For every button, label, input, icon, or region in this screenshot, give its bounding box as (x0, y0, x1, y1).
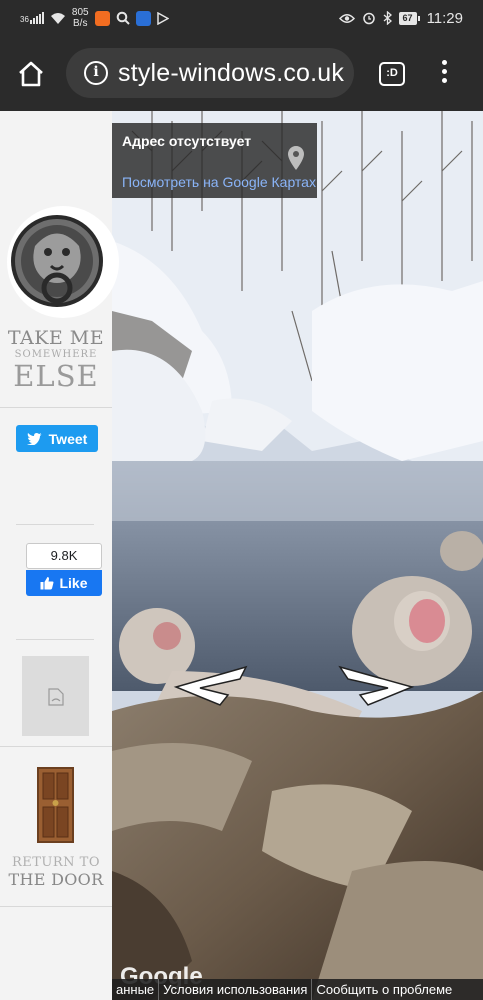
bluetooth-icon (383, 11, 392, 25)
status-bar: 36 805 B/s 67 11:29 (0, 0, 483, 36)
map-pin-icon[interactable] (287, 145, 305, 171)
clock: 11:29 (426, 9, 463, 27)
chevron-left-icon[interactable] (170, 663, 250, 708)
info-icon[interactable]: i (84, 61, 108, 85)
address-title: Адрес отсутствует (122, 133, 252, 149)
divider (0, 906, 112, 907)
signal-icon: 36 (20, 12, 44, 24)
return-line2: THE DOOR (8, 870, 104, 889)
net-speed: 805 B/s (71, 7, 89, 29)
divider (0, 746, 112, 747)
door-icon[interactable] (37, 767, 74, 843)
browser-toolbar: i style-windows.co.uk :D (0, 36, 483, 111)
play-store-icon (156, 11, 169, 25)
menu-icon[interactable] (437, 60, 451, 88)
take-me-line1: TAKE ME (7, 327, 105, 349)
view-on-google-maps-link[interactable]: Посмотреть на Google Картах (122, 174, 316, 190)
panorama-image (112, 111, 483, 1000)
home-icon[interactable] (17, 60, 45, 88)
lion-knocker-icon (11, 215, 103, 307)
twitter-bird-icon (26, 433, 42, 445)
address-card: Адрес отсутствует Посмотреть на Google К… (112, 123, 317, 198)
street-view-panorama[interactable]: Адрес отсутствует Посмотреть на Google К… (112, 111, 483, 1000)
return-to-the-door-link[interactable]: RETURN TO THE DOOR (0, 855, 112, 889)
divider (0, 407, 112, 408)
battery-icon: 67 (398, 11, 420, 25)
tv-app-icon (135, 10, 151, 26)
report-problem-link[interactable]: Сообщить о проблеме (312, 979, 456, 1000)
tab-switcher-button[interactable]: :D (379, 62, 405, 86)
like-count: 9.8K (26, 543, 102, 569)
map-data-link[interactable]: анные (112, 979, 160, 1000)
search-icon (116, 11, 130, 25)
url-text[interactable]: style-windows.co.uk (118, 59, 344, 88)
app-notification-icon (94, 10, 110, 26)
divider (16, 524, 94, 525)
alarm-icon (362, 12, 375, 25)
return-line1: RETURN TO (11, 855, 101, 870)
thumbs-up-icon (40, 577, 54, 590)
like-label: Like (59, 575, 88, 591)
signal-type: 36 (20, 15, 29, 24)
tweet-button[interactable]: Tweet (16, 425, 98, 452)
eye-icon (338, 13, 355, 23)
broken-image-icon (48, 688, 64, 706)
wifi-icon (50, 12, 65, 24)
address-bar[interactable]: i style-windows.co.uk (66, 48, 354, 98)
map-footer: анные Условия использования Сообщить о п… (112, 979, 483, 1000)
take-me-somewhere-else-link[interactable]: TAKE ME SOMEWHERE ELSE (0, 327, 112, 391)
image-placeholder (22, 656, 89, 736)
chevron-right-icon[interactable] (334, 663, 418, 708)
terms-link[interactable]: Условия использования (159, 979, 313, 1000)
sidebar: TAKE ME SOMEWHERE ELSE Tweet 9.8K Like R… (0, 111, 119, 1000)
divider (16, 639, 94, 640)
tweet-label: Tweet (48, 430, 88, 447)
lion-knocker-button[interactable] (7, 206, 119, 318)
take-me-line3: ELSE (13, 359, 99, 393)
facebook-like-button[interactable]: Like (26, 570, 102, 596)
